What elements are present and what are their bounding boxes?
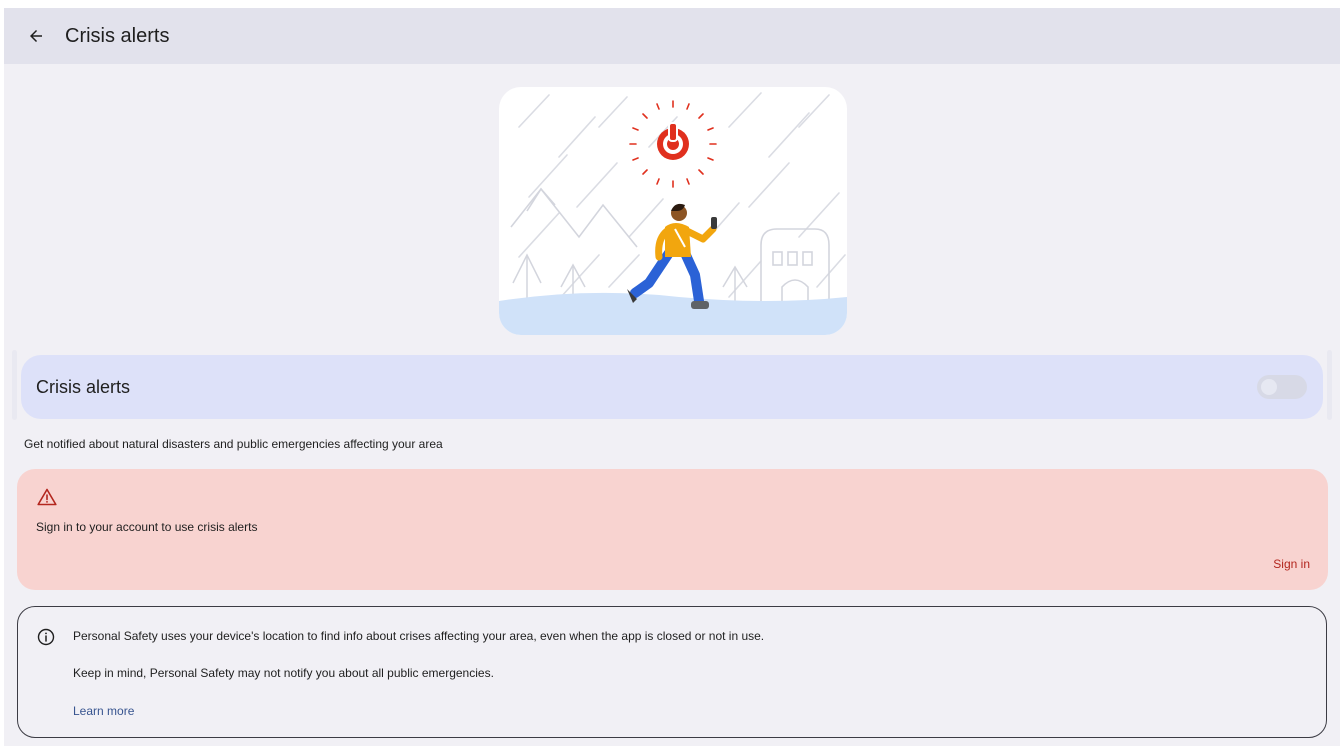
info-icon — [37, 628, 55, 646]
crisis-alerts-toggle-row[interactable]: Crisis alerts — [21, 355, 1323, 419]
page-title: Crisis alerts — [65, 24, 170, 47]
sign-in-warning-card: Sign in to your account to use crisis al… — [17, 469, 1328, 590]
feature-description: Get notified about natural disasters and… — [24, 437, 443, 451]
arrow-back-icon — [30, 30, 42, 42]
sign-in-button[interactable]: Sign in — [1273, 557, 1310, 571]
crisis-alerts-screen: Crisis alerts Crisis alerts Get notified… — [4, 8, 1340, 746]
person-running-from-storm-illustration — [499, 92, 847, 335]
crisis-alerts-toggle-label: Crisis alerts — [36, 376, 131, 397]
crisis-alerts-switch[interactable] — [1257, 375, 1307, 399]
location-info-card: Personal Safety uses your device's locat… — [17, 606, 1327, 738]
location-usage-text: Personal Safety uses your device's locat… — [73, 629, 765, 643]
sign-in-warning-text: Sign in to your account to use crisis al… — [36, 520, 258, 534]
running-person-illustration — [627, 203, 717, 309]
side-panel-peek-right — [1327, 350, 1332, 420]
side-panel-peek-left — [12, 350, 17, 420]
notification-disclaimer-text: Keep in mind, Personal Safety may not no… — [73, 666, 494, 680]
switch-knob — [1261, 379, 1277, 395]
app-bar: Crisis alerts — [4, 8, 1340, 64]
emergency-alert-icon — [629, 100, 717, 188]
warning-icon — [37, 488, 57, 506]
learn-more-link[interactable]: Learn more — [73, 704, 134, 718]
back-button[interactable] — [18, 18, 54, 54]
hero-illustration — [499, 87, 847, 335]
